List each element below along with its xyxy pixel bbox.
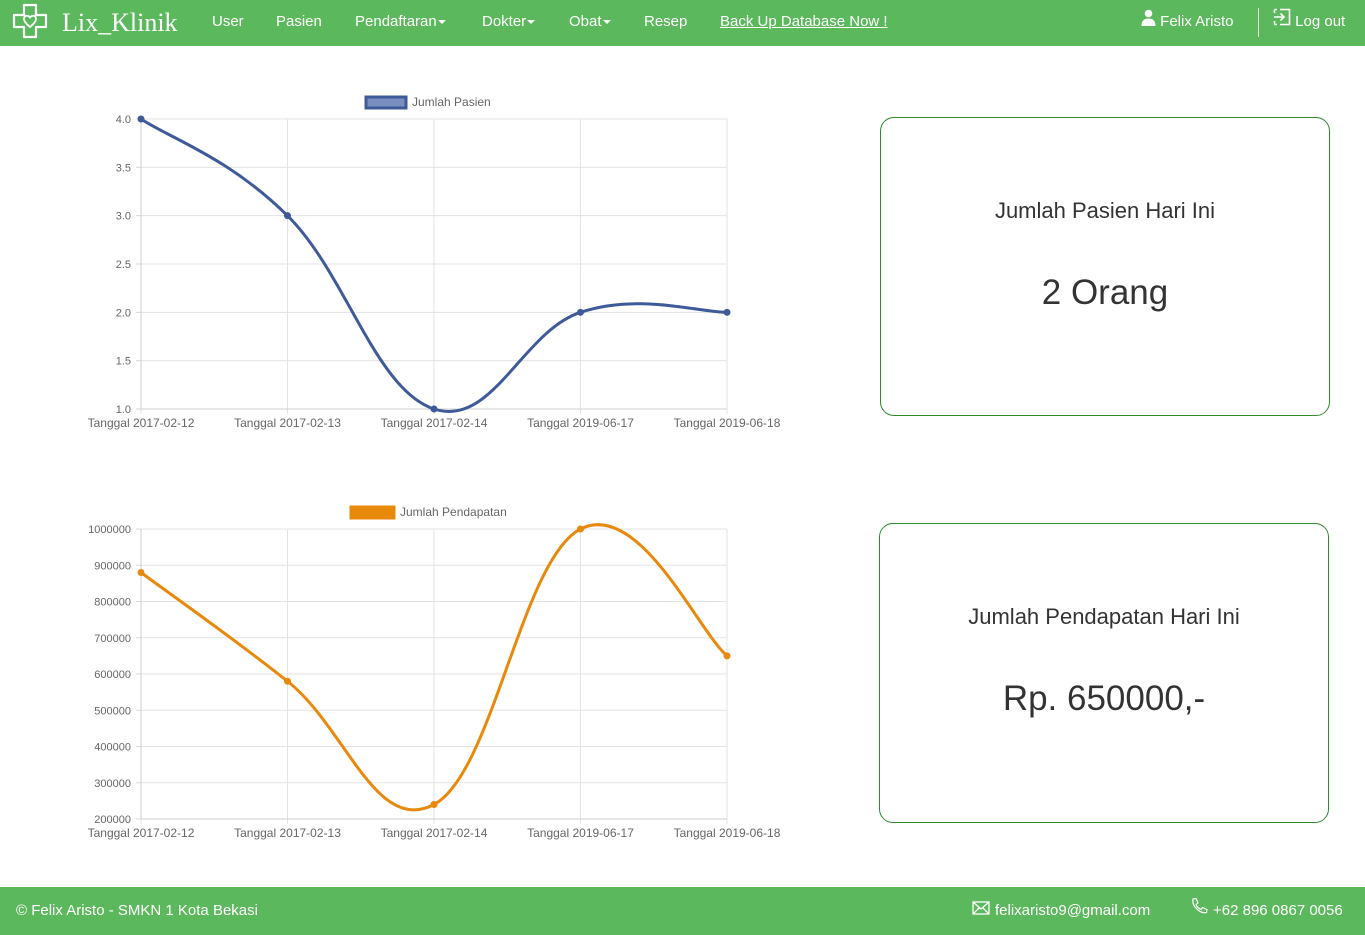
- data-point: [577, 308, 584, 316]
- footer-phone-text: +62 896 0867 0056: [1213, 902, 1343, 919]
- x-tick-label: Tanggal 2017-02-13: [234, 416, 341, 430]
- legend-swatch: [364, 95, 408, 110]
- nav-label: Resep: [644, 13, 688, 30]
- y-tick-label: 1000000: [88, 524, 131, 536]
- legend-label: Jumlah Pendapatan: [400, 505, 507, 519]
- logout-label: Log out: [1295, 13, 1346, 30]
- backup-database-link[interactable]: Back Up Database Now !: [720, 0, 888, 46]
- caret-down-icon: [602, 20, 611, 25]
- footer-email-text: felixaristo9@gmail.com: [995, 902, 1151, 919]
- x-tick-label: Tanggal 2017-02-12: [88, 826, 195, 840]
- x-tick-label: Tanggal 2019-06-17: [527, 416, 634, 430]
- card-title: Jumlah Pendapatan Hari Ini: [968, 604, 1240, 629]
- chart-jumlah-pasien: 4.0 3.5 3.0 2.5 2.0 1.5 1.0 Tanggal 2017-02-12 T…: [0, 90, 820, 440]
- card-value: 2 Orang: [1041, 273, 1169, 312]
- logout-button[interactable]: Log out: [1273, 0, 1345, 46]
- nav-label: Pasien: [276, 13, 322, 30]
- card-title: Jumlah Pasien Hari Ini: [994, 198, 1216, 223]
- y-tick-label: 700000: [94, 633, 131, 645]
- data-point: [137, 115, 145, 123]
- x-tick-label: Tanggal 2019-06-17: [527, 826, 634, 840]
- y-tick-label: 1.0: [116, 404, 131, 416]
- x-tick-label: Tanggal 2017-02-14: [381, 826, 488, 840]
- y-tick-label: 400000: [94, 742, 131, 754]
- nav-item-dokter[interactable]: Dokter: [482, 0, 536, 46]
- y-tick-label: 2.0: [116, 307, 131, 319]
- y-tick-label: 4.0: [116, 114, 131, 126]
- y-tick-label: 200000: [94, 814, 131, 826]
- y-tick-label: 3.5: [116, 162, 131, 174]
- y-tick-label: 800000: [94, 597, 131, 609]
- x-tick-label: Tanggal 2019-06-18: [674, 416, 781, 430]
- data-point: [430, 801, 438, 808]
- legend-label: Jumlah Pasien: [412, 95, 491, 109]
- y-tick-label: 1.5: [116, 356, 131, 368]
- y-tick-label: 2.5: [116, 259, 131, 271]
- chart-jumlah-pendapatan: 1000000 900000 800000 700000 600000 500000 400…: [0, 500, 820, 850]
- data-point: [577, 525, 584, 533]
- user-icon: [1141, 0, 1156, 44]
- nav-label: User: [212, 13, 244, 30]
- nav-item-user[interactable]: User: [212, 0, 244, 46]
- chart-jumlah-pasien-svg: 4.0 3.5 3.0 2.5 2.0 1.5 1.0Tanggal 2017-02-12 T…: [88, 95, 781, 430]
- medical-cross-heart-icon: [12, 3, 48, 44]
- x-tick-label: Tanggal 2017-02-13: [234, 826, 341, 840]
- x-tick-label: Tanggal 2019-06-18: [674, 826, 781, 840]
- footer-email[interactable]: felixaristo9@gmail.com: [972, 887, 1150, 935]
- nav-divider: [1258, 8, 1259, 37]
- chart-jumlah-pendapatan-svg: 1000000 900000 800000 700000 600000 500000 400…: [88, 505, 781, 840]
- brand[interactable]: Lix_Klinik: [12, 3, 178, 44]
- user-menu[interactable]: Felix Aristo: [1141, 0, 1234, 46]
- footer-copyright: © Felix Aristo - SMKN 1 Kota Bekasi: [16, 902, 258, 919]
- y-tick-label: 900000: [94, 560, 131, 572]
- y-tick-label: 300000: [94, 778, 131, 790]
- caret-down-icon: [437, 20, 446, 25]
- data-point: [284, 212, 291, 220]
- nav-item-pendaftaran[interactable]: Pendaftaran: [355, 0, 446, 46]
- data-point: [430, 405, 438, 413]
- data-point: [723, 652, 731, 660]
- nav-label: Pendaftaran: [355, 13, 437, 30]
- nav-item-obat[interactable]: Obat: [569, 0, 611, 46]
- x-tick-label: Tanggal 2017-02-14: [381, 416, 488, 430]
- card-value: Rp. 650000,-: [1002, 679, 1206, 718]
- nav-label: Obat: [569, 13, 602, 30]
- y-tick-label: 500000: [94, 705, 131, 717]
- data-point: [723, 308, 731, 316]
- data-point: [284, 677, 291, 685]
- user-name: Felix Aristo: [1160, 13, 1234, 30]
- card-jumlah-pasien: Jumlah Pasien Hari Ini 2 Orang: [880, 117, 1330, 416]
- data-point: [137, 569, 145, 576]
- brand-name: Lix_Klinik: [62, 8, 178, 37]
- y-tick-label: 600000: [94, 669, 131, 681]
- legend-swatch: [349, 505, 396, 520]
- logout-icon: [1273, 0, 1291, 44]
- envelope-icon: [972, 887, 990, 935]
- x-tick-label: Tanggal 2017-02-12: [88, 416, 195, 430]
- footer: © Felix Aristo - SMKN 1 Kota Bekasi feli…: [0, 887, 1365, 935]
- top-navbar: Lix_Klinik User Pasien Pendaftaran Dokte…: [0, 0, 1365, 46]
- footer-phone[interactable]: +62 896 0867 0056: [1190, 887, 1343, 935]
- phone-icon: [1190, 887, 1208, 935]
- nav-item-pasien[interactable]: Pasien: [276, 0, 322, 46]
- caret-down-icon: [527, 20, 536, 25]
- y-tick-label: 3.0: [116, 211, 131, 223]
- card-jumlah-pendapatan: Jumlah Pendapatan Hari Ini Rp. 650000,-: [879, 523, 1329, 823]
- nav-label: Dokter: [482, 13, 527, 30]
- nav-item-resep[interactable]: Resep: [644, 0, 687, 46]
